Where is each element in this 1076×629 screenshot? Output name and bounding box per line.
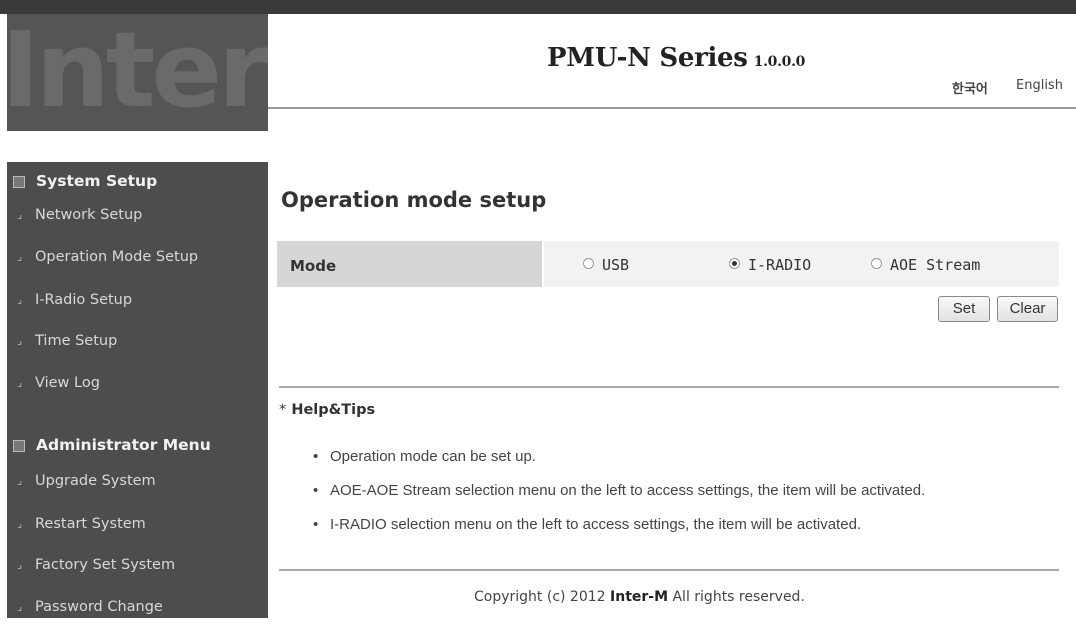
section-square-icon	[13, 440, 25, 452]
clear-button[interactable]: Clear	[997, 296, 1058, 322]
mode-label-cell: Mode	[277, 241, 542, 287]
radio-label: I-RADIO	[748, 256, 812, 274]
bullet-icon: •	[313, 516, 319, 533]
sidebar-item-label: Operation Mode Setup	[35, 249, 199, 265]
sidebar-item-label: View Log	[35, 375, 100, 391]
logo-text: InterM	[7, 14, 268, 131]
divider	[279, 386, 1059, 388]
bullet-icon: •	[313, 448, 319, 465]
sidebar-item-factory-set-system[interactable]: ⌟ Factory Set System	[7, 549, 268, 587]
sidebar-item-network-setup[interactable]: ⌟ Network Setup	[7, 199, 268, 237]
radio-button-selected-icon[interactable]	[729, 258, 740, 269]
section-square-icon	[13, 176, 25, 188]
radio-label: AOE Stream	[890, 256, 981, 274]
corner-arrow-icon: ⌟	[17, 334, 23, 347]
sidebar-nav: System Setup ⌟ Network Setup ⌟ Operation…	[7, 162, 268, 618]
corner-arrow-icon: ⌟	[17, 558, 23, 571]
version-label: 1.0.0.0	[753, 54, 806, 70]
sidebar-item-label: Password Change	[35, 599, 163, 615]
sidebar-item-view-log[interactable]: ⌟ View Log	[7, 367, 268, 405]
header-divider	[268, 107, 1076, 109]
tip-text: I-RADIO selection menu on the left to ac…	[330, 516, 862, 533]
sidebar-item-label: Factory Set System	[35, 557, 176, 573]
sidebar-item-label: Restart System	[35, 516, 146, 532]
sidebar-item-label: Network Setup	[35, 207, 143, 223]
mode-row: Mode USB I-RADIO AOE Stream	[277, 241, 1059, 287]
corner-arrow-icon: ⌟	[17, 376, 23, 389]
help-tips-heading: * Help&Tips	[279, 402, 375, 418]
corner-arrow-icon: ⌟	[17, 293, 23, 306]
mode-options: USB I-RADIO AOE Stream	[544, 241, 1059, 287]
corner-arrow-icon: ⌟	[17, 474, 23, 487]
product-name: PMU-N Series	[547, 43, 748, 73]
divider	[279, 569, 1059, 571]
copyright-footer: Copyright (c) 2012 Inter-M All rights re…	[474, 589, 805, 605]
sidebar-item-label: Upgrade System	[35, 473, 156, 489]
corner-arrow-icon: ⌟	[17, 600, 23, 613]
page-header-title: PMU-N Series 1.0.0.0	[547, 43, 805, 73]
top-bar	[0, 0, 1076, 14]
tip-text: AOE-AOE Stream selection menu on the lef…	[330, 482, 926, 499]
set-button[interactable]: Set	[938, 296, 990, 322]
copyright-company: Inter-M	[610, 589, 669, 605]
logo: InterM	[7, 14, 268, 131]
copyright-suffix: All rights reserved.	[672, 589, 805, 605]
mode-label: Mode	[290, 257, 337, 275]
copyright-prefix: Copyright (c) 2012	[474, 589, 606, 605]
page-title: Operation mode setup	[281, 188, 547, 212]
sidebar-item-restart-system[interactable]: ⌟ Restart System	[7, 508, 268, 546]
corner-arrow-icon: ⌟	[17, 517, 23, 530]
radio-button-icon[interactable]	[583, 258, 594, 269]
sidebar: InterM System Setup ⌟ Network Setup ⌟ Op…	[7, 14, 268, 618]
language-english-link[interactable]: English	[1016, 78, 1063, 93]
sidebar-section-label: System Setup	[36, 172, 158, 190]
help-star: *	[279, 402, 287, 418]
sidebar-item-upgrade-system[interactable]: ⌟ Upgrade System	[7, 465, 268, 503]
sidebar-item-password-change[interactable]: ⌟ Password Change	[7, 591, 268, 629]
radio-label: USB	[602, 256, 630, 274]
radio-button-icon[interactable]	[871, 258, 882, 269]
corner-arrow-icon: ⌟	[17, 208, 23, 221]
sidebar-item-label: I-Radio Setup	[35, 292, 133, 308]
help-title: Help&Tips	[291, 402, 376, 418]
language-korean-link[interactable]: 한국어	[952, 78, 988, 97]
sidebar-item-operation-mode-setup[interactable]: ⌟ Operation Mode Setup	[7, 241, 268, 279]
sidebar-section-label: Administrator Menu	[36, 436, 211, 454]
sidebar-item-label: Time Setup	[35, 333, 118, 349]
corner-arrow-icon: ⌟	[17, 250, 23, 263]
sidebar-item-i-radio-setup[interactable]: ⌟ I-Radio Setup	[7, 284, 268, 322]
sidebar-section-administrator-menu[interactable]: Administrator Menu	[7, 431, 268, 469]
bullet-icon: •	[313, 482, 319, 499]
tip-text: Operation mode can be set up.	[330, 448, 536, 465]
sidebar-item-time-setup[interactable]: ⌟ Time Setup	[7, 325, 268, 363]
